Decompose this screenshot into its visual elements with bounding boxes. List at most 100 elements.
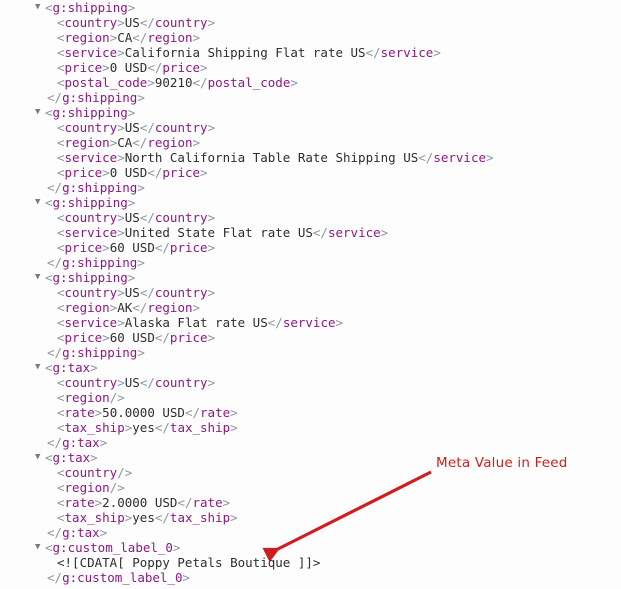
angle-bracket: </	[47, 255, 63, 270]
xml-line[interactable]: <country>US</country>	[0, 285, 621, 300]
disclosure-triangle-icon[interactable]: ▼	[35, 540, 45, 555]
xml-line[interactable]: <region>AK</region>	[0, 300, 621, 315]
angle-bracket: >	[117, 150, 125, 165]
angle-bracket: >	[207, 375, 216, 390]
angle-bracket: <	[57, 75, 65, 90]
angle-bracket: <	[57, 330, 65, 345]
angle-bracket: </	[47, 435, 63, 450]
angle-bracket: >	[117, 210, 125, 225]
xml-line[interactable]: </g:custom_label_0>	[0, 570, 621, 585]
xml-text-value: 2.0000 USD	[102, 495, 178, 510]
angle-bracket: <	[57, 60, 65, 75]
angle-bracket: >	[117, 315, 125, 330]
angle-bracket: </	[47, 570, 63, 585]
xml-line[interactable]: <country>US</country>	[0, 375, 621, 390]
angle-bracket: <	[57, 480, 65, 495]
xml-line[interactable]: <price>60 USD</price>	[0, 330, 621, 345]
angle-bracket: </	[139, 375, 155, 390]
xml-source-viewer[interactable]: ▼ <g:shipping> <country>US</country> <regio…	[0, 0, 621, 589]
xml-line[interactable]: ▼ <g:shipping>	[0, 0, 621, 15]
angle-bracket: >	[207, 210, 216, 225]
xml-line[interactable]: ▼ <g:shipping>	[0, 195, 621, 210]
angle-bracket: >	[230, 405, 238, 420]
xml-line[interactable]: ▼ <g:shipping>	[0, 270, 621, 285]
xml-line[interactable]: ▼ <g:tax>	[0, 360, 621, 375]
xml-text-value: North California Table Rate Shipping US	[124, 150, 419, 165]
xml-tag-name: country	[64, 465, 118, 480]
disclosure-triangle-icon[interactable]: ▼	[35, 0, 45, 15]
xml-line[interactable]: <price>0 USD</price>	[0, 60, 621, 75]
disclosure-triangle-icon[interactable]: ▼	[35, 195, 45, 210]
xml-line[interactable]: </g:shipping>	[0, 180, 621, 195]
xml-tag-name: region	[147, 30, 193, 45]
angle-bracket: </	[192, 75, 208, 90]
xml-line[interactable]: <postal_code>90210</postal_code>	[0, 75, 621, 90]
xml-line[interactable]: <country>US</country>	[0, 15, 621, 30]
xml-tag-name: g:shipping	[52, 195, 128, 210]
xml-tag-name: g:shipping	[52, 270, 128, 285]
xml-line[interactable]: <region>CA</region>	[0, 30, 621, 45]
angle-bracket: >	[207, 330, 216, 345]
xml-tag-name: price	[64, 240, 103, 255]
xml-tag-name: g:shipping	[62, 345, 138, 360]
xml-line[interactable]: </g:shipping>	[0, 345, 621, 360]
angle-bracket: </	[139, 15, 155, 30]
xml-line[interactable]: <country>US</country>	[0, 210, 621, 225]
xml-text-value: 0 USD	[109, 165, 148, 180]
angle-bracket: </	[139, 210, 155, 225]
xml-line[interactable]: <region/>	[0, 390, 621, 405]
xml-line[interactable]: <price>60 USD</price>	[0, 240, 621, 255]
angle-bracket: </	[139, 285, 155, 300]
angle-bracket: >	[290, 75, 298, 90]
xml-text-value: 90210	[154, 75, 193, 90]
angle-bracket: >	[102, 330, 110, 345]
angle-bracket: </	[267, 315, 283, 330]
xml-line[interactable]: </g:tax>	[0, 525, 621, 540]
angle-bracket: >	[207, 240, 216, 255]
xml-line[interactable]: <region>CA</region>	[0, 135, 621, 150]
xml-line[interactable]: <service>United State Flat rate US</serv…	[0, 225, 621, 240]
xml-line[interactable]: <price>0 USD</price>	[0, 165, 621, 180]
angle-bracket: >	[230, 420, 238, 435]
xml-line[interactable]: ▼ <g:tax>	[0, 450, 621, 465]
angle-bracket: >	[222, 495, 231, 510]
angle-bracket: <	[57, 15, 65, 30]
disclosure-triangle-icon[interactable]: ▼	[35, 270, 45, 285]
angle-bracket: >	[486, 150, 494, 165]
disclosure-triangle-icon[interactable]: ▼	[35, 360, 45, 375]
angle-bracket: <	[45, 105, 53, 120]
xml-line[interactable]: </g:shipping>	[0, 90, 621, 105]
xml-tag-name: g:shipping	[62, 180, 138, 195]
xml-line[interactable]: </g:shipping>	[0, 255, 621, 270]
xml-tag-name: tax_ship	[64, 510, 125, 525]
xml-tag-name: price	[169, 330, 208, 345]
angle-bracket: >	[207, 15, 216, 30]
xml-line[interactable]: <rate>2.0000 USD</rate>	[0, 495, 621, 510]
xml-line[interactable]: <rate>50.0000 USD</rate>	[0, 405, 621, 420]
xml-text-value: CA	[117, 30, 133, 45]
xml-tag-name: tax_ship	[169, 510, 231, 525]
disclosure-triangle-icon[interactable]: ▼	[35, 105, 45, 120]
xml-line[interactable]: ▼ <g:shipping>	[0, 105, 621, 120]
angle-bracket: </	[154, 330, 170, 345]
xml-tag-name: g:tax	[52, 450, 91, 465]
xml-line[interactable]: <service>California Shipping Flat rate U…	[0, 45, 621, 60]
disclosure-triangle-icon[interactable]: ▼	[35, 450, 45, 465]
xml-line[interactable]: ▼ <g:custom_label_0>	[0, 540, 621, 555]
xml-text-value: CA	[117, 135, 133, 150]
xml-line[interactable]: </g:tax>	[0, 435, 621, 450]
xml-line[interactable]: <tax_ship>yes</tax_ship>	[0, 510, 621, 525]
angle-bracket: <	[57, 225, 65, 240]
angle-bracket: />	[109, 390, 125, 405]
angle-bracket: <	[57, 150, 65, 165]
xml-line[interactable]: <tax_ship>yes</tax_ship>	[0, 420, 621, 435]
xml-line[interactable]: <country>US</country>	[0, 120, 621, 135]
xml-text-value: Alaska Flat rate US	[124, 315, 268, 330]
xml-line[interactable]: <country/>	[0, 465, 621, 480]
xml-line[interactable]: <service>Alaska Flat rate US</service>	[0, 315, 621, 330]
angle-bracket: >	[207, 285, 216, 300]
xml-tag-name: country	[154, 120, 208, 135]
xml-line[interactable]: <![CDATA[ Poppy Petals Boutique ]]>	[0, 555, 621, 570]
xml-line[interactable]: <service>North California Table Rate Shi…	[0, 150, 621, 165]
xml-line[interactable]: <region/>	[0, 480, 621, 495]
